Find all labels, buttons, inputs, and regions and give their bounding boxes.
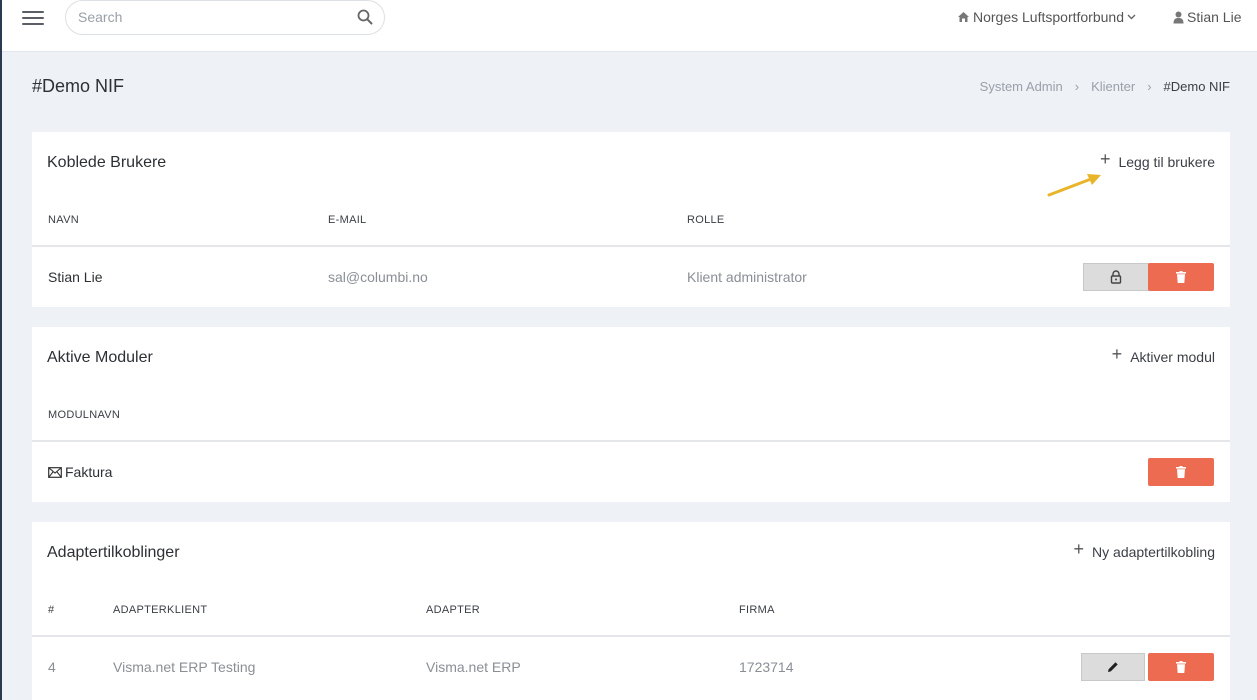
modules-card: Aktive Moduler + Aktiver modul MODULNAVN…	[32, 327, 1230, 502]
user-name-cell: Stian Lie	[48, 269, 103, 285]
edit-adapter-button[interactable]	[1081, 653, 1145, 681]
search-box	[65, 0, 385, 35]
lock-icon	[1110, 270, 1122, 284]
breadcrumb-system-admin[interactable]: System Admin	[980, 79, 1063, 94]
new-adapter-label: Ny adaptertilkobling	[1092, 544, 1215, 560]
delete-adapter-button[interactable]	[1148, 653, 1214, 681]
column-header-adapter: ADAPTER	[426, 604, 481, 616]
adapter-client-cell: Visma.net ERP Testing	[113, 659, 256, 675]
chevron-down-icon	[1127, 14, 1136, 20]
table-header-divider	[32, 635, 1230, 637]
column-header-id: #	[48, 604, 55, 616]
module-name: Faktura	[65, 464, 113, 480]
pencil-icon	[1108, 662, 1118, 672]
trash-icon	[1176, 271, 1186, 283]
add-users-label: Legg til brukere	[1118, 154, 1215, 170]
adapters-card-title: Adaptertilkoblinger	[47, 544, 180, 561]
trash-icon	[1176, 466, 1186, 478]
organization-name: Norges Luftsportforbund	[973, 9, 1124, 25]
delete-module-button[interactable]	[1148, 458, 1214, 486]
breadcrumb-separator-icon: ›	[1147, 79, 1152, 94]
column-header-name: NAVN	[48, 214, 79, 226]
column-header-adapter-client: ADAPTERKLIENT	[113, 604, 208, 616]
users-card-title: Koblede Brukere	[47, 154, 167, 171]
column-header-firma: FIRMA	[739, 604, 775, 616]
hamburger-icon[interactable]	[22, 11, 44, 27]
breadcrumb-klienter[interactable]: Klienter	[1091, 79, 1135, 94]
left-edge	[0, 0, 2, 700]
firma-cell: 1723714	[739, 659, 794, 675]
users-card: Koblede Brukere + Legg til brukere NAVN …	[32, 132, 1230, 307]
plus-icon: +	[1099, 149, 1111, 169]
column-header-role: ROLLE	[687, 214, 725, 226]
trash-icon	[1176, 661, 1186, 673]
plus-icon: +	[1073, 539, 1085, 559]
adapter-cell: Visma.net ERP	[426, 659, 521, 675]
add-users-button[interactable]: + Legg til brukere	[1099, 149, 1215, 170]
modules-card-title: Aktive Moduler	[47, 349, 153, 366]
table-header-divider	[32, 440, 1230, 442]
breadcrumb-current: #Demo NIF	[1163, 79, 1230, 94]
user-icon	[1173, 11, 1184, 23]
table-header-divider	[32, 245, 1230, 247]
envelope-icon	[48, 466, 62, 478]
breadcrumb-separator-icon: ›	[1074, 79, 1080, 94]
new-adapter-button[interactable]: + Ny adaptertilkobling	[1073, 539, 1215, 560]
adapters-card: Adaptertilkoblinger + Ny adaptertilkobli…	[32, 522, 1230, 700]
annotation-arrow-icon	[1047, 174, 1101, 197]
column-header-email: E-MAIL	[328, 214, 367, 226]
breadcrumb: System Admin › Klienter › #Demo NIF	[980, 79, 1230, 94]
column-header-module-name: MODULNAVN	[48, 409, 121, 421]
module-name-cell: Faktura	[48, 464, 112, 480]
adapter-id-cell: 4	[48, 659, 56, 675]
organization-select[interactable]: Norges Luftsportforbund	[957, 9, 1136, 25]
delete-user-button[interactable]	[1148, 263, 1214, 291]
home-icon	[958, 12, 969, 22]
page-title: #Demo NIF	[32, 76, 125, 96]
user-email-cell: sal@columbi.no	[328, 269, 428, 285]
lock-user-button[interactable]	[1083, 263, 1149, 291]
user-role-cell: Klient administrator	[687, 269, 807, 285]
user-menu[interactable]: Stian Lie	[1173, 9, 1241, 25]
activate-module-button[interactable]: + Aktiver modul	[1111, 344, 1215, 365]
plus-icon: +	[1111, 344, 1123, 364]
top-bar: Norges Luftsportforbund Stian Lie	[2, 0, 1257, 52]
search-icon[interactable]	[356, 8, 374, 26]
activate-module-label: Aktiver modul	[1130, 349, 1215, 365]
search-input[interactable]	[78, 9, 338, 25]
user-name: Stian Lie	[1187, 9, 1242, 25]
